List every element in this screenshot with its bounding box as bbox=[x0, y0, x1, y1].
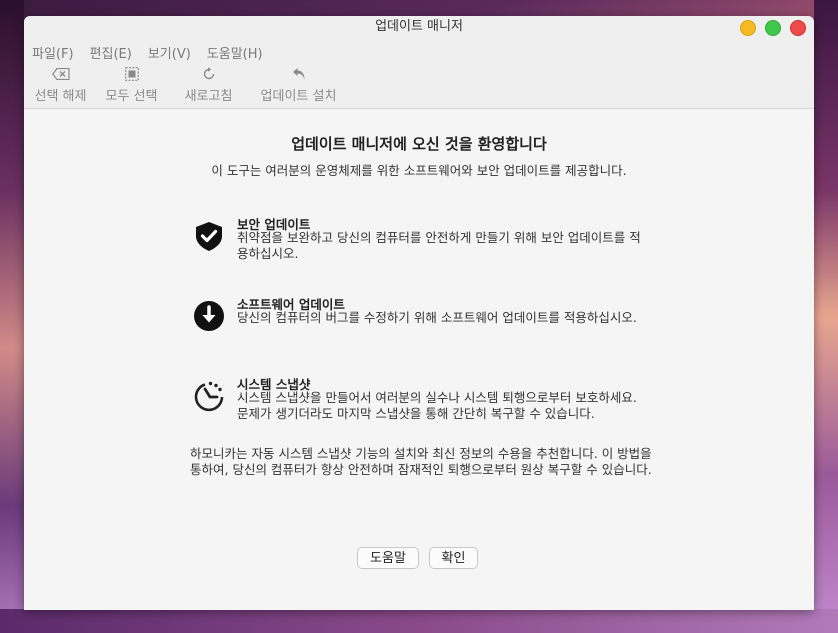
install-updates-label: 업데이트 설치 bbox=[260, 89, 337, 104]
help-button[interactable]: 도움말 bbox=[357, 547, 419, 569]
minimize-button[interactable] bbox=[740, 20, 756, 36]
close-button[interactable] bbox=[790, 20, 806, 36]
refresh-button[interactable]: 새로고침 bbox=[166, 62, 251, 108]
menu-edit[interactable]: 편집(E) bbox=[90, 40, 140, 62]
feature-description: 시스템 스냅샷을 만들어서 여러분의 실수나 시스템 퇴행으로부터 보호하세요.… bbox=[237, 390, 637, 421]
window-title: 업데이트 매니저 bbox=[375, 19, 463, 34]
select-all-label: 모두 선택 bbox=[105, 89, 158, 104]
backspace-clear-icon bbox=[51, 65, 70, 83]
select-all-button[interactable]: 모두 선택 bbox=[97, 62, 166, 108]
feature-description: 당신의 컴퓨터의 버그를 수정하기 위해 소프트웨어 업데이트를 적용하십시오. bbox=[237, 310, 637, 325]
desktop-wallpaper-left bbox=[0, 0, 24, 633]
ok-button[interactable]: 확인 bbox=[429, 547, 478, 569]
refresh-icon bbox=[202, 65, 216, 83]
menu-bar: 파일(F) 편집(E) 보기(V) 도움말(H) bbox=[24, 40, 814, 62]
welcome-title: 업데이트 매니저에 오신 것을 환영합니다 bbox=[291, 135, 547, 153]
maximize-button[interactable] bbox=[765, 20, 781, 36]
deselect-button[interactable]: 선택 해제 bbox=[24, 62, 97, 108]
install-updates-button[interactable]: 업데이트 설치 bbox=[251, 62, 346, 108]
recommendation-text: 하모니카는 자동 시스템 스냅샷 기능의 설치와 최신 정보의 수용을 추천합니… bbox=[190, 446, 652, 477]
select-all-icon bbox=[124, 65, 139, 83]
update-manager-window: 업데이트 매니저 파일(F) 편집(E) 보기(V) 도움말(H) 선택 해제 … bbox=[24, 16, 814, 610]
undo-arrow-icon bbox=[292, 65, 306, 83]
welcome-subtitle: 이 도구는 여러분의 운영체제를 위한 소프트웨어와 보안 업데이트를 제공합니… bbox=[211, 163, 627, 178]
menu-file[interactable]: 파일(F) bbox=[32, 40, 82, 62]
window-controls bbox=[740, 20, 806, 36]
menu-view[interactable]: 보기(V) bbox=[148, 40, 199, 62]
desktop-wallpaper-right bbox=[814, 0, 838, 633]
timeshift-icon bbox=[192, 379, 226, 413]
download-arrow-icon bbox=[192, 299, 226, 333]
toolbar: 선택 해제 모두 선택 새로고침 업데이트 설치 bbox=[24, 62, 814, 109]
welcome-content: 업데이트 매니저에 오신 것을 환영합니다 이 도구는 여러분의 운영체제를 위… bbox=[24, 109, 814, 610]
menu-help[interactable]: 도움말(H) bbox=[207, 40, 271, 62]
desktop-wallpaper-bottom bbox=[0, 609, 838, 633]
title-bar[interactable]: 업데이트 매니저 bbox=[24, 16, 814, 40]
deselect-label: 선택 해제 bbox=[34, 89, 87, 104]
refresh-label: 새로고침 bbox=[184, 89, 233, 104]
feature-description: 취약점을 보완하고 당신의 컴퓨터를 안전하게 만들기 위해 보안 업데이트를 … bbox=[237, 230, 641, 261]
shield-check-icon bbox=[192, 219, 226, 253]
